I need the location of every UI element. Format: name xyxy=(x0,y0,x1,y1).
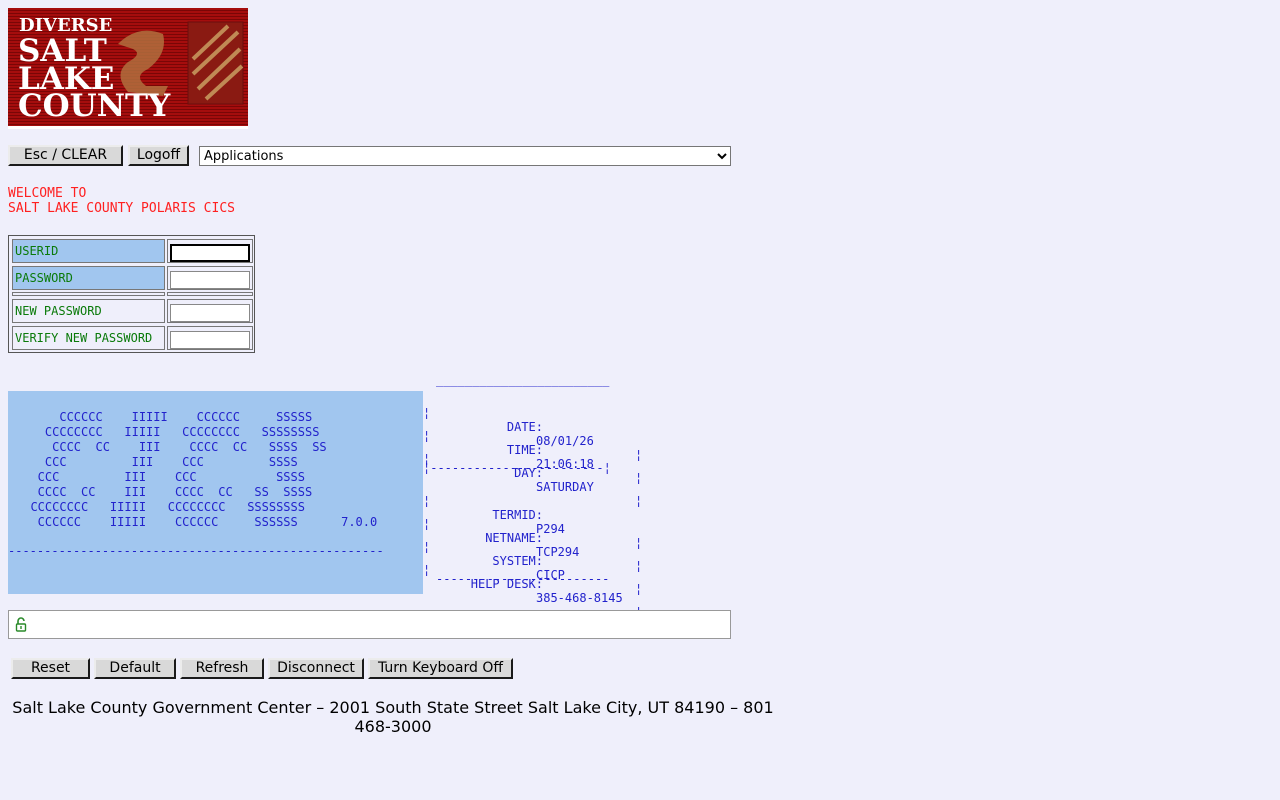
turn-keyboard-off-button[interactable]: Turn Keyboard Off xyxy=(368,658,513,679)
welcome-line-1: WELCOME TO xyxy=(8,186,87,201)
info-row-date: ¦ DATE: 08/01/26 ¦ xyxy=(423,392,648,462)
unlocked-icon xyxy=(15,617,27,632)
message-bar xyxy=(8,610,731,639)
county-logo: DIVERSE SALT LAKE COUNTY xyxy=(8,8,248,129)
verify-password-cell xyxy=(167,326,253,350)
session-info-panel: ________________________ ¦ DATE: 08/01/2… xyxy=(423,373,642,619)
applications-select[interactable]: Applications xyxy=(199,146,731,166)
welcome-message: WELCOME TO SALT LAKE COUNTY POLARIS CICS xyxy=(8,186,235,216)
separator-right xyxy=(167,292,253,296)
welcome-line-2: SALT LAKE COUNTY POLARIS CICS xyxy=(8,201,235,216)
verify-password-input[interactable] xyxy=(170,331,250,349)
new-password-cell xyxy=(167,299,253,323)
banner-divider: ----------------------------------------… xyxy=(8,544,384,558)
separator-left xyxy=(12,292,165,296)
userid-cell xyxy=(167,239,253,263)
logoff-button[interactable]: Logoff xyxy=(128,145,189,166)
userid-label: USERID xyxy=(12,239,165,263)
bar-left: ¦ xyxy=(423,563,431,577)
info-row-termid: ¦ TERMID: P294 ¦ xyxy=(423,480,648,550)
new-password-label: NEW PASSWORD xyxy=(12,299,165,323)
info-row-time: ¦ TIME: 21:06:18 ¦ xyxy=(423,415,648,485)
cics-ascii-art: CCCCCC IIIII CCCCCC SSSSS CCCCCCCC IIIII… xyxy=(30,410,378,529)
password-cell xyxy=(167,266,253,290)
disconnect-button[interactable]: Disconnect xyxy=(268,658,364,679)
cics-banner: CCCCCC IIIII CCCCCC SSSSS CCCCCCCC IIIII… xyxy=(8,391,423,594)
password-label: PASSWORD xyxy=(12,266,165,290)
info-row-system: ¦ SYSTEM: CICP ¦ xyxy=(423,526,648,596)
info-row-netname: ¦ NETNAME: TCP294 ¦ xyxy=(423,503,648,573)
bar-right: ¦ xyxy=(635,582,643,596)
login-form: USERID PASSWORD NEW PASSWORD VERIFY NEW … xyxy=(8,235,255,353)
password-input[interactable] xyxy=(170,271,250,289)
esc-clear-button[interactable]: Esc / CLEAR xyxy=(8,145,123,166)
info-row-helpdesk: ¦ HELP DESK: 385-468-8145 ¦ xyxy=(423,549,648,619)
info-mid-rule: ¦------------------------¦ xyxy=(423,461,611,475)
info-bottom-rule: ------------------------ xyxy=(436,572,610,586)
info-row-day: ¦ DAY: SATURDAY ¦ xyxy=(423,438,648,508)
logo-line-county: COUNTY xyxy=(18,88,171,124)
refresh-button[interactable]: Refresh xyxy=(180,658,264,679)
reset-button[interactable]: Reset xyxy=(11,658,90,679)
footer-address: Salt Lake County Government Center – 200… xyxy=(12,698,774,736)
userid-input[interactable] xyxy=(170,244,250,262)
info-top-rule: ________________________ xyxy=(436,373,610,387)
new-password-input[interactable] xyxy=(170,304,250,322)
helpdesk-value: 385-468-8145 xyxy=(536,591,623,605)
verify-password-label: VERIFY NEW PASSWORD xyxy=(12,326,165,350)
default-button[interactable]: Default xyxy=(94,658,176,679)
